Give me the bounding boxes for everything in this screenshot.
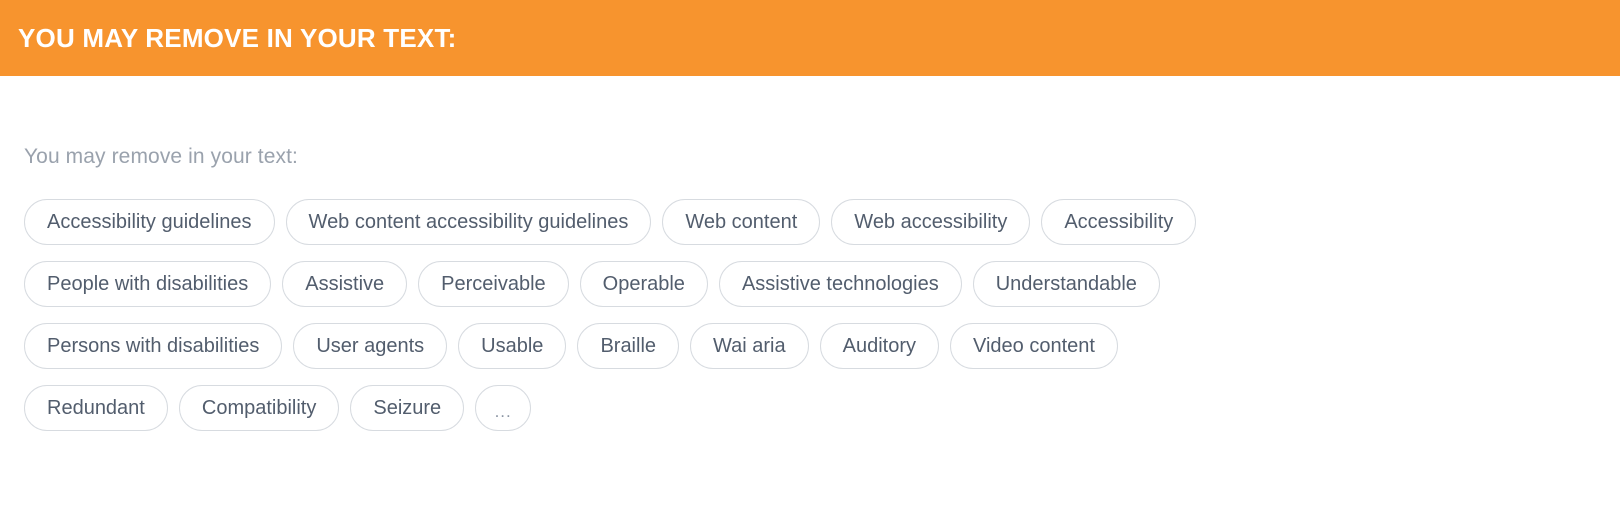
keyword-chip[interactable]: Video content	[950, 323, 1118, 369]
keyword-chip-row: Accessibility guidelines Web content acc…	[24, 199, 1596, 245]
keyword-chip-row: Persons with disabilities User agents Us…	[24, 323, 1596, 369]
panel-title: YOU MAY REMOVE IN YOUR TEXT:	[18, 23, 457, 53]
keyword-chip[interactable]: Braille	[577, 323, 680, 369]
keyword-chip[interactable]: Understandable	[972, 261, 1160, 307]
panel-header-banner: YOU MAY REMOVE IN YOUR TEXT:	[0, 0, 1620, 76]
keyword-chip[interactable]: Assistive	[282, 261, 408, 307]
keyword-chip-row: Redundant Compatibility Seizure ...	[24, 385, 1596, 431]
keyword-chip[interactable]: User agents	[293, 323, 448, 369]
panel-body: You may remove in your text: Accessibili…	[0, 146, 1620, 431]
keyword-chip[interactable]: Compatibility	[178, 385, 340, 431]
keyword-chip[interactable]: Usable	[458, 323, 567, 369]
keyword-chip-row: People with disabilities Assistive Perce…	[24, 261, 1596, 307]
keyword-chip[interactable]: Accessibility guidelines	[24, 199, 275, 245]
keyword-chip[interactable]: People with disabilities	[24, 261, 272, 307]
keyword-chip[interactable]: Operable	[579, 261, 708, 307]
keyword-chip[interactable]: Auditory	[819, 323, 939, 369]
keyword-chip[interactable]: Web accessibility	[831, 199, 1031, 245]
keyword-chip[interactable]: Web content	[662, 199, 821, 245]
keyword-chip[interactable]: Seizure	[350, 385, 465, 431]
keyword-chip[interactable]: Assistive technologies	[718, 261, 962, 307]
keyword-chip[interactable]: Web content accessibility guidelines	[285, 199, 652, 245]
keyword-chip[interactable]: Accessibility	[1041, 199, 1197, 245]
keyword-removal-panel: YOU MAY REMOVE IN YOUR TEXT: You may rem…	[0, 0, 1620, 530]
keyword-chip[interactable]: Perceivable	[418, 261, 569, 307]
section-subtitle: You may remove in your text:	[24, 145, 298, 168]
keyword-chip[interactable]: Persons with disabilities	[24, 323, 283, 369]
keyword-chip-area: Accessibility guidelines Web content acc…	[24, 199, 1596, 431]
keyword-chip-more[interactable]: ...	[475, 385, 532, 431]
keyword-chip[interactable]: Wai aria	[690, 323, 809, 369]
keyword-chip[interactable]: Redundant	[24, 385, 168, 431]
